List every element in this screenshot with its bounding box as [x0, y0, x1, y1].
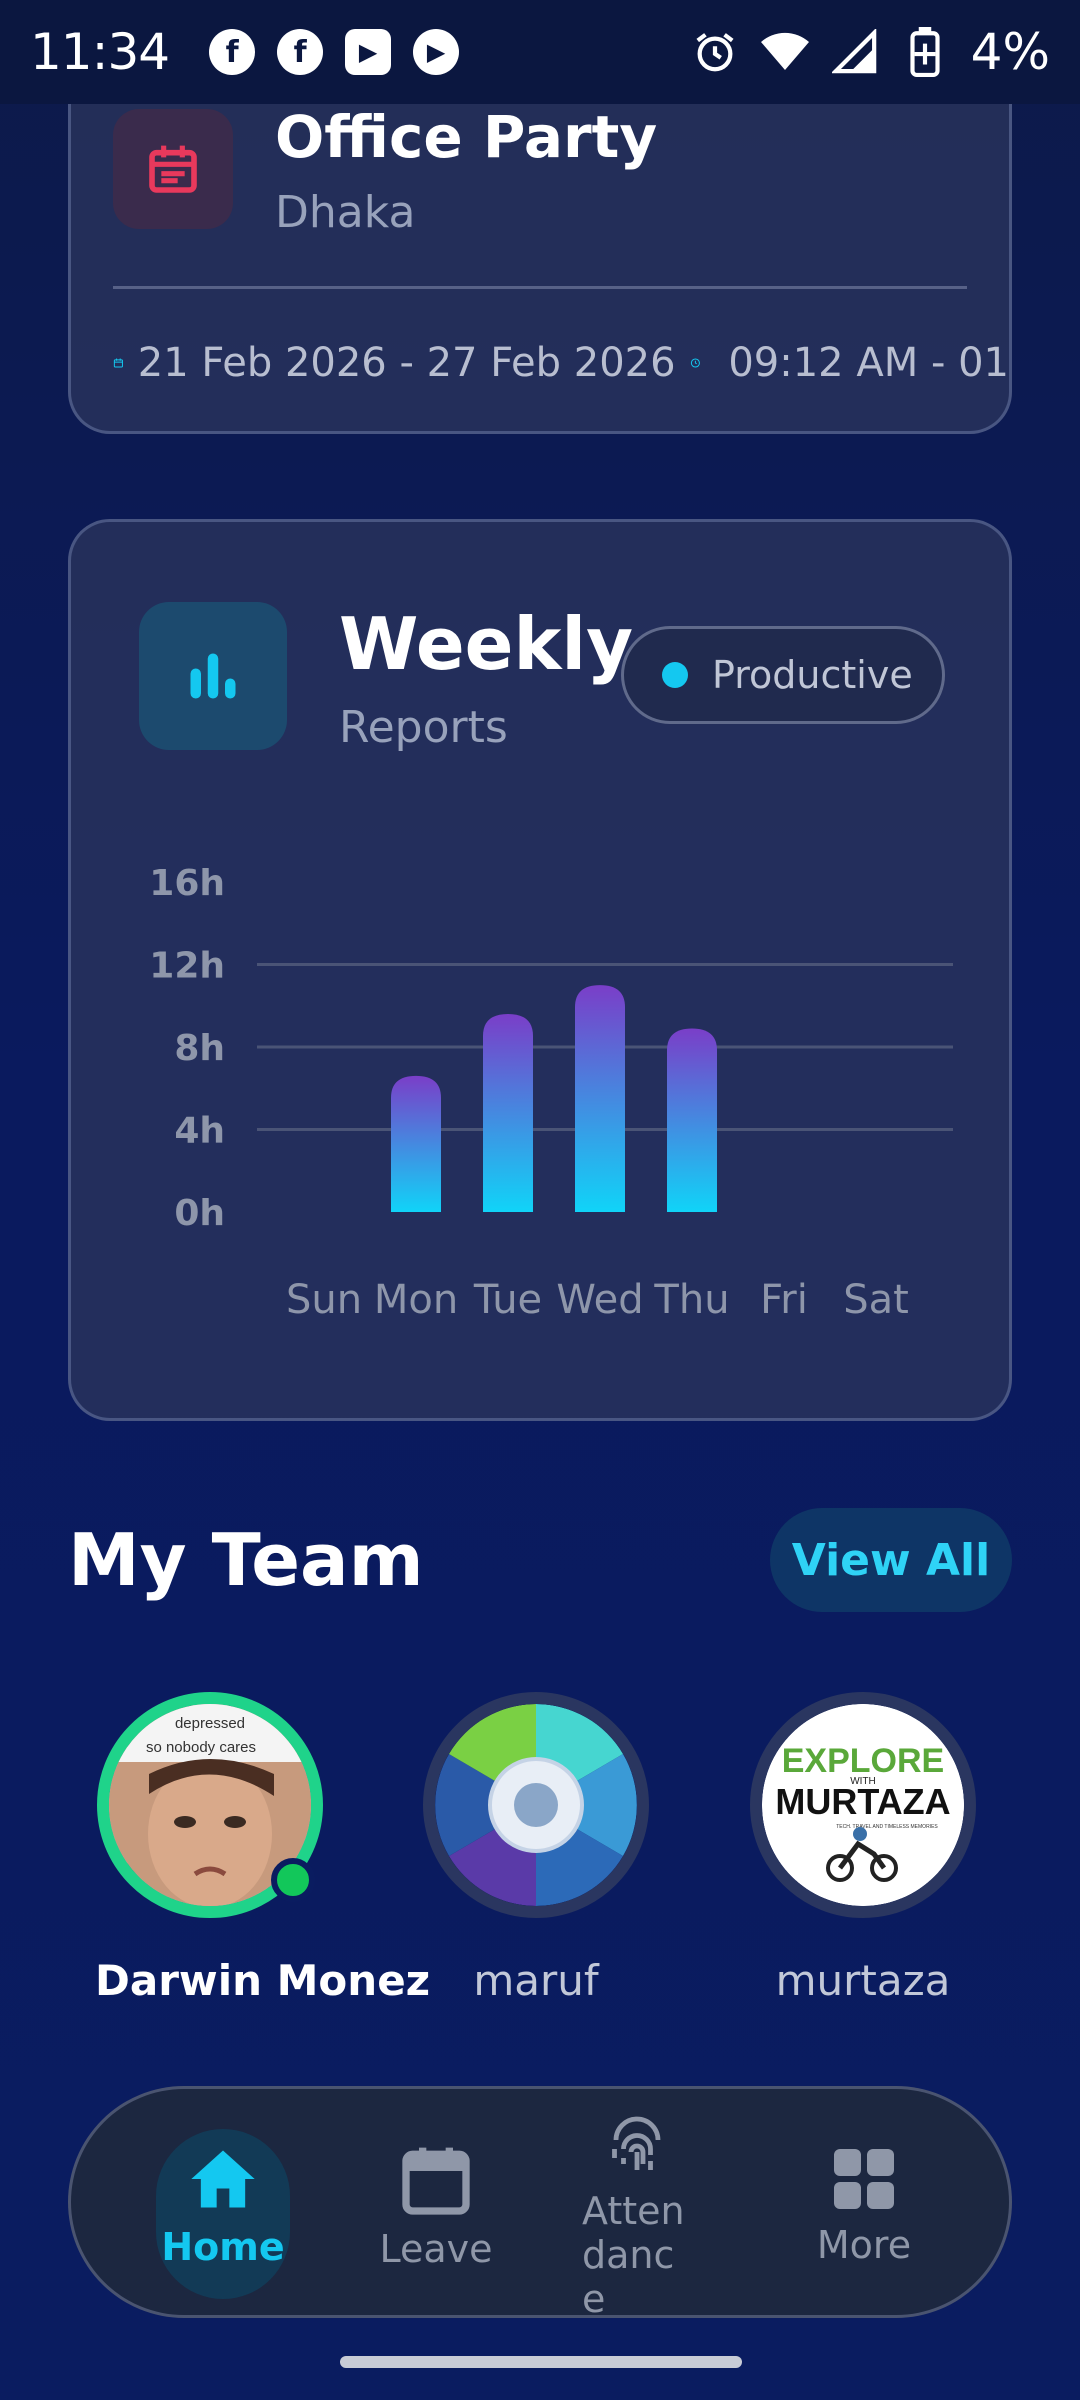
alarm-icon — [691, 28, 739, 76]
avatar-photo: EXPLORE WITH MURTAZA TECH. TRAVEL AND TI… — [762, 1704, 964, 1906]
wifi-icon — [760, 28, 809, 76]
calendar-icon — [113, 358, 123, 368]
avatar-logo-tagline: TECH. TRAVEL AND TIMELESS MEMORIES — [836, 1824, 938, 1830]
x-tick-label: Wed — [556, 1277, 643, 1323]
play-icon: ▶ — [413, 29, 460, 75]
avatar[interactable]: EXPLORE WITH MURTAZA TECH. TRAVEL AND TI… — [750, 1692, 976, 1918]
home-icon — [191, 2150, 255, 2208]
y-tick-label: 16h — [149, 863, 225, 904]
y-tick-label: 12h — [149, 946, 225, 987]
nav-item-more[interactable]: More — [774, 2089, 954, 2321]
event-date-range: 21 Feb 2026 - 27 Feb 2026 — [137, 340, 676, 386]
calendar-icon — [402, 2147, 470, 2215]
team-member-murtaza[interactable]: EXPLORE WITH MURTAZA TECH. TRAVEL AND TI… — [748, 1692, 978, 2005]
event-title: Office Party — [275, 103, 658, 171]
x-tick-label: Sat — [843, 1277, 909, 1323]
event-meta: 21 Feb 2026 - 27 Feb 2026 09:12 AM - 01 — [113, 333, 1009, 393]
event-location: Dhaka — [275, 187, 416, 238]
x-tick-label: Tue — [473, 1277, 542, 1323]
divider — [113, 286, 967, 289]
member-name: Darwin Monez — [95, 1956, 431, 2005]
app-icon: ▶ — [345, 29, 392, 75]
calendar-event-icon — [149, 145, 197, 193]
x-tick-label: Fri — [760, 1277, 808, 1323]
bar-tue[interactable] — [483, 1014, 533, 1212]
y-tick-label: 8h — [174, 1028, 225, 1069]
clock-icon — [690, 358, 700, 368]
nav-label: Attendanc e — [582, 2189, 685, 2321]
view-all-button[interactable]: View All — [770, 1508, 1012, 1612]
signal-icon — [831, 28, 879, 76]
home-gesture-bar[interactable] — [340, 2356, 742, 2368]
nav-label: Home — [161, 2225, 285, 2269]
bar-wed[interactable] — [575, 985, 625, 1212]
weekly-report-card: Weekly Reports Productive 0h 4h 8h 12h 16h Su… — [68, 519, 1012, 1421]
bottom-navigation: Home Leave Attendanc e More — [68, 2086, 1012, 2321]
nav-item-leave[interactable]: Leave — [346, 2089, 526, 2321]
y-tick-label: 4h — [174, 1111, 225, 1152]
battery-percent: 4% — [970, 23, 1050, 81]
online-status-dot — [271, 1858, 315, 1902]
avatar[interactable]: depressed so nobody cares — [97, 1692, 323, 1918]
avatar-logo-line-2: MURTAZA — [775, 1781, 950, 1822]
event-icon-box — [113, 109, 233, 229]
y-tick-label: 0h — [174, 1193, 225, 1234]
bar-mon[interactable] — [391, 1075, 441, 1212]
member-name: maruf — [473, 1956, 599, 2005]
x-tick-label: Mon — [374, 1277, 458, 1323]
fingerprint-icon — [612, 2116, 661, 2170]
nav-item-attendance[interactable]: Attendanc e — [547, 2089, 727, 2321]
facebook-icon: f — [277, 29, 324, 75]
status-time: 11:34 — [30, 23, 170, 81]
battery-icon — [901, 27, 949, 77]
team-member-maruf[interactable]: maruf — [421, 1692, 651, 2005]
avatar-logo-line-1: EXPLORE — [782, 1742, 944, 1780]
weekly-bar-chart: 0h 4h 8h 12h 16h Sun Mon Tue Wed Thu Fri Sat — [149, 863, 953, 1323]
nav-label: Leave — [379, 2227, 493, 2271]
my-team-title: My Team — [68, 1518, 424, 1602]
x-tick-label: Sun — [286, 1277, 362, 1323]
x-tick-label: Thu — [653, 1277, 729, 1323]
nav-item-home[interactable]: Home — [133, 2089, 313, 2321]
nav-label: More — [816, 2223, 912, 2267]
notification-icons: f f ▶ ▶ — [209, 29, 460, 75]
avatar-caption-1: depressed — [175, 1715, 245, 1732]
avatar-photo — [435, 1704, 637, 1906]
member-name: murtaza — [775, 1956, 951, 2005]
bar-thu[interactable] — [667, 1028, 717, 1212]
grid-icon — [834, 2149, 894, 2209]
team-member-darwin[interactable]: depressed so nobody cares Darwin Monez — [95, 1692, 431, 2005]
event-time-range: 09:12 AM - 01 — [728, 340, 1009, 386]
status-bar: 11:34 f f ▶ ▶ 4% — [0, 0, 1080, 104]
avatar[interactable] — [423, 1692, 649, 1918]
avatar-caption-2: so nobody cares — [146, 1739, 256, 1756]
facebook-icon: f — [209, 29, 256, 75]
